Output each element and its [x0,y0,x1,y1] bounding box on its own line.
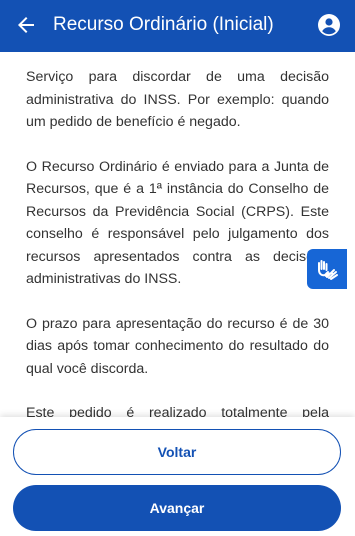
arrow-left-icon[interactable] [14,13,38,37]
page-title: Recurso Ordinário (Inicial) [53,14,274,35]
back-button[interactable]: Voltar [13,429,341,475]
next-button[interactable]: Avançar [13,485,341,531]
sign-language-hands-icon [318,260,338,280]
description-paragraph: Serviço para discordar de uma decisão ad… [26,69,329,130]
action-footer: Voltar Avançar [0,417,355,536]
accessibility-widget-button[interactable] [307,249,347,289]
description-paragraph: O prazo para apresentação do recurso é d… [26,315,329,377]
description-paragraph: O Recurso Ordinário é enviado para a Jun… [26,158,329,288]
app-header: Recurso Ordinário (Inicial) [0,0,355,52]
user-circle-icon[interactable] [317,13,341,37]
service-description: Serviço para discordar de uma decisão ad… [26,66,329,469]
